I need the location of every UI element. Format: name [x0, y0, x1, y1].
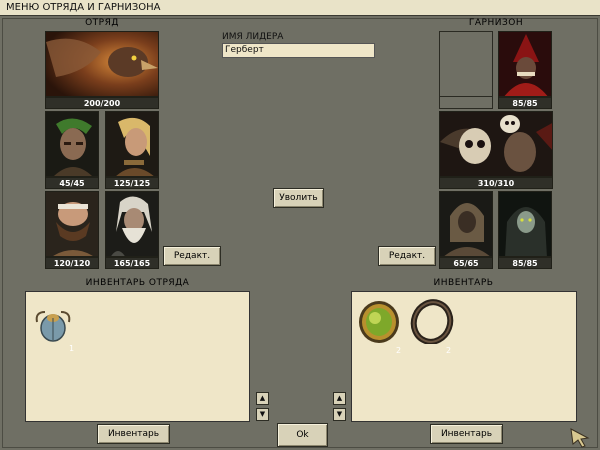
leader-name-input[interactable]: Герберт: [222, 43, 375, 58]
empty-slot-divider: [440, 96, 492, 97]
unit-hp: 45/45: [45, 177, 99, 189]
dark-figure-portrait: [498, 191, 552, 257]
party-slot-dwarf[interactable]: 120/120: [45, 191, 99, 269]
item-qty: 2: [396, 346, 402, 355]
scroll-up-left-icon[interactable]: ▲: [256, 392, 269, 405]
griffin-portrait: [45, 31, 159, 97]
elder-portrait: [105, 191, 159, 257]
unit-hp: 125/125: [105, 177, 159, 189]
garrison-slot-shaman[interactable]: 310/310: [439, 111, 553, 189]
unit-hp: 200/200: [45, 97, 159, 109]
shaman-portrait: [439, 111, 553, 177]
party-edit-button[interactable]: Редакт.: [163, 246, 221, 266]
garrison-header: ГАРНИЗОН: [468, 18, 524, 28]
party-header: ОТРЯД: [85, 18, 119, 28]
garrison-slot-cultist[interactable]: 85/85: [498, 31, 552, 109]
ok-button[interactable]: Ok: [277, 423, 328, 447]
party-inventory-button[interactable]: Инвентарь: [97, 424, 170, 444]
garrison-slot-dark-figure[interactable]: 85/85: [498, 191, 552, 269]
scroll-down-left-icon[interactable]: ▼: [256, 408, 269, 421]
gold-ring-icon: [359, 301, 399, 343]
garrison-slot-ghoul[interactable]: 65/65: [439, 191, 493, 269]
scarab-amulet-icon: [35, 311, 71, 342]
item-qty: 2: [446, 346, 452, 355]
cultist-portrait: [498, 31, 552, 97]
gold-ring-item[interactable]: 2: [356, 298, 404, 355]
unit-hp: 65/65: [439, 257, 493, 269]
unit-hp: 85/85: [498, 257, 552, 269]
ghoul-portrait: [439, 191, 493, 257]
unit-hp: 310/310: [439, 177, 553, 189]
garrison-edit-button[interactable]: Редакт.: [378, 246, 436, 266]
dismiss-button[interactable]: Уволить: [273, 188, 324, 208]
party-slot-griffin[interactable]: 200/200: [45, 31, 159, 109]
scarab-amulet-item[interactable]: 1: [33, 304, 75, 353]
party-slot-elder[interactable]: 165/165: [105, 191, 159, 269]
party-inventory-header: ИНВЕНТАРЬ ОТРЯДА: [85, 278, 190, 288]
party-inventory-panel: 1: [25, 291, 250, 422]
warrior-portrait: [105, 111, 159, 177]
inventory-panel: 2 2: [351, 291, 577, 422]
party-slot-warrior[interactable]: 125/125: [105, 111, 159, 189]
item-qty: 1: [69, 344, 75, 353]
scroll-down-right-icon[interactable]: ▼: [333, 408, 346, 421]
elf-portrait: [45, 111, 99, 177]
scroll-up-right-icon[interactable]: ▲: [333, 392, 346, 405]
window-title: МЕНЮ ОТРЯДА И ГАРНИЗОНА: [0, 0, 600, 16]
dwarf-portrait: [45, 191, 99, 257]
party-slot-elf[interactable]: 45/45: [45, 111, 99, 189]
unit-hp: 120/120: [45, 257, 99, 269]
leader-name-label: ИМЯ ЛИДЕРА: [222, 32, 284, 42]
unit-hp: 85/85: [498, 97, 552, 109]
inventory-header: ИНВЕНТАРЬ: [433, 278, 494, 288]
garrison-empty-slot[interactable]: [439, 31, 493, 109]
inventory-button[interactable]: Инвентарь: [430, 424, 503, 444]
dark-ring-icon: [410, 299, 454, 345]
dark-ring-item[interactable]: 2: [408, 298, 456, 355]
unit-hp: 165/165: [105, 257, 159, 269]
cursor-arrow-icon: [570, 428, 590, 448]
